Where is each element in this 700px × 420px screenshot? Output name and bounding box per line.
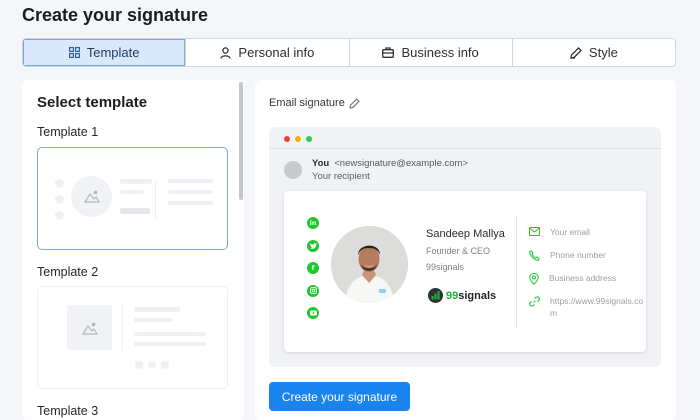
company-logo: 99signals	[428, 288, 496, 303]
panel-title: Select template	[37, 94, 148, 111]
contact-text: Phone number	[550, 250, 606, 260]
avatar	[284, 161, 302, 179]
email-preview-window: You <newsignature@example.com> Your recip…	[269, 127, 661, 367]
tab-template[interactable]: Template	[23, 39, 186, 66]
recipient: Your recipient	[312, 171, 370, 182]
placeholder	[134, 342, 206, 346]
divider	[516, 216, 517, 328]
profile-photo	[331, 226, 408, 303]
create-signature-button[interactable]: Create your signature	[269, 382, 410, 411]
placeholder	[120, 190, 144, 194]
template-1-card[interactable]	[37, 147, 228, 250]
sender-email: <newsignature@example.com>	[334, 158, 468, 169]
placeholder	[148, 361, 156, 369]
placeholder	[168, 179, 213, 183]
facebook-icon[interactable]: f	[307, 262, 319, 274]
template-1-label: Template 1	[37, 125, 99, 139]
logo-text: 99signals	[446, 289, 497, 302]
maximize-dot	[306, 136, 312, 142]
grid-icon	[68, 47, 80, 58]
divider	[122, 303, 123, 351]
placeholder	[55, 211, 64, 220]
signature-role: Founder & CEO	[426, 246, 491, 256]
edit-pencil-icon[interactable]	[349, 97, 360, 109]
tab-style[interactable]: Style	[511, 39, 675, 66]
placeholder	[168, 201, 213, 205]
template-2-label: Template 2	[37, 265, 99, 279]
sender-name: You	[312, 158, 330, 169]
contact-address: Business address	[529, 272, 644, 285]
divider	[155, 180, 156, 220]
tab-business-info[interactable]: Business info	[348, 39, 512, 66]
template-list-panel: Select template Template 1 Template 2 Te…	[22, 80, 244, 420]
tab-label: Style	[588, 45, 618, 60]
pen-icon	[570, 46, 582, 59]
minimize-dot	[295, 136, 301, 142]
placeholder	[135, 361, 143, 369]
close-dot	[284, 136, 290, 142]
user-icon	[220, 46, 232, 59]
template-3-label: Template 3	[37, 404, 99, 418]
tab-label: Business info	[401, 45, 479, 60]
instagram-icon[interactable]	[307, 284, 319, 297]
email-signature-title: Email signature	[269, 97, 345, 109]
placeholder	[134, 318, 172, 322]
email-signature-label: Email signature	[269, 97, 360, 109]
contact-email: Your email	[529, 226, 644, 238]
signature-name: Sandeep Mallya	[426, 228, 505, 240]
mail-icon	[529, 227, 540, 236]
window-controls	[284, 136, 312, 142]
location-icon	[529, 273, 539, 285]
scrollbar[interactable]	[239, 82, 243, 200]
placeholder	[161, 361, 169, 369]
phone-icon	[529, 250, 540, 261]
contact-phone: Phone number	[529, 249, 644, 261]
contact-text: Your email	[550, 227, 590, 237]
placeholder	[120, 208, 150, 214]
contact-text[interactable]: https://www.99signals.com	[550, 295, 644, 319]
image-icon	[81, 322, 99, 335]
divider	[269, 148, 661, 149]
photo-placeholder	[71, 176, 112, 217]
placeholder	[55, 179, 64, 188]
signature-preview-panel: Email signature You <newsignature@example…	[255, 80, 676, 420]
social-icons: in f	[307, 217, 319, 319]
tab-label: Template	[86, 45, 140, 60]
step-tabs: Template Personal info Business info Sty…	[22, 38, 676, 67]
link-icon	[529, 296, 540, 307]
twitter-icon[interactable]	[307, 239, 319, 252]
photo-placeholder	[67, 305, 112, 350]
signature-company: 99signals	[426, 262, 465, 272]
youtube-icon[interactable]	[307, 307, 319, 319]
tab-personal-info[interactable]: Personal info	[185, 39, 348, 66]
contact-text: Business address	[549, 273, 617, 283]
briefcase-icon	[382, 47, 395, 58]
placeholder	[168, 190, 213, 194]
template-2-card[interactable]	[37, 286, 228, 389]
placeholder	[134, 332, 206, 336]
signal-logo-icon	[428, 288, 443, 303]
page-title: Create your signature	[22, 5, 209, 25]
placeholder	[120, 179, 152, 184]
contact-website: https://www.99signals.com	[529, 295, 644, 319]
signature-card: in f Sandeep Mallya Founder & CEO 99sign…	[284, 191, 646, 352]
tab-label: Personal info	[238, 45, 315, 60]
placeholder	[134, 307, 180, 312]
sender-line: You <newsignature@example.com>	[312, 158, 468, 169]
linkedin-icon[interactable]: in	[307, 217, 319, 229]
placeholder	[55, 195, 64, 204]
image-icon	[83, 190, 101, 203]
